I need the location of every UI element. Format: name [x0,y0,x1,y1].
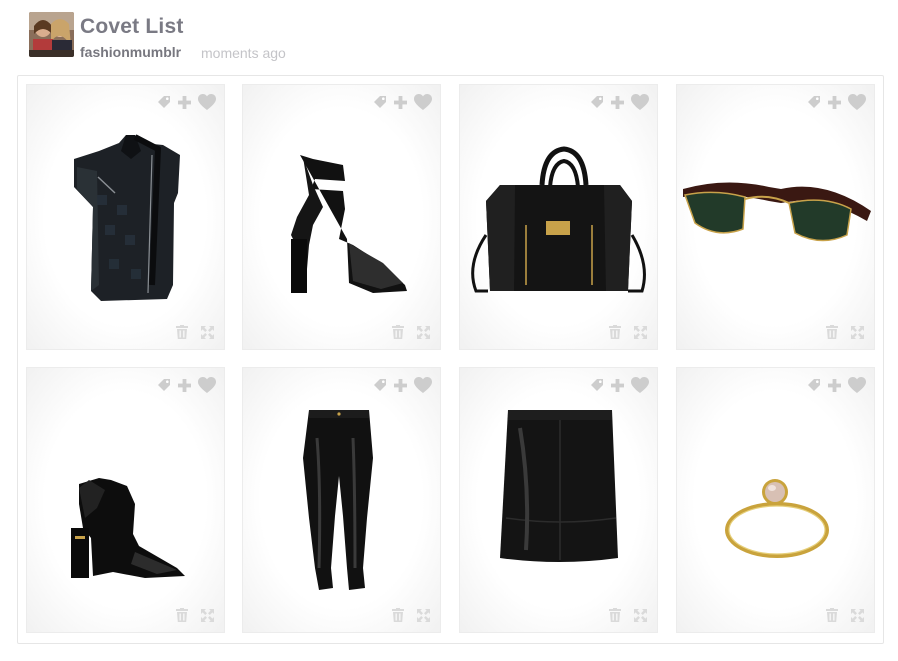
trash-icon[interactable] [826,608,838,622]
product-image-heels[interactable] [243,85,442,351]
tag-icon[interactable] [373,95,387,109]
product-image-ring[interactable] [677,368,876,634]
trash-icon[interactable] [826,325,838,339]
tag-icon[interactable] [807,378,821,392]
plus-icon[interactable] [611,95,624,109]
card-actions-bottom [176,325,214,339]
card-actions-bottom [826,608,864,622]
trash-icon[interactable] [392,608,404,622]
card-actions-top [807,376,866,394]
card-actions-bottom [826,325,864,339]
product-image-bag[interactable] [460,85,659,351]
card-actions-top [373,93,432,111]
tag-icon[interactable] [157,378,171,392]
tag-icon[interactable] [590,95,604,109]
card-actions-bottom [392,325,430,339]
product-card[interactable] [26,367,225,633]
plus-icon[interactable] [611,378,624,392]
card-actions-top [373,376,432,394]
card-actions-top [157,93,216,111]
product-card[interactable] [242,84,441,350]
card-actions-top [590,93,649,111]
product-card[interactable] [459,84,658,350]
expand-icon[interactable] [634,608,647,622]
product-card[interactable] [676,84,875,350]
tag-icon[interactable] [807,95,821,109]
heart-icon[interactable] [848,377,866,393]
product-card[interactable] [26,84,225,350]
trash-icon[interactable] [176,608,188,622]
heart-icon[interactable] [198,94,216,110]
card-actions-bottom [176,608,214,622]
expand-icon[interactable] [201,608,214,622]
expand-icon[interactable] [634,325,647,339]
tag-icon[interactable] [373,378,387,392]
avatar-photo [29,12,74,57]
product-image-leggings[interactable] [243,368,442,634]
expand-icon[interactable] [851,325,864,339]
card-actions-bottom [609,608,647,622]
tag-icon[interactable] [590,378,604,392]
trash-icon[interactable] [609,608,621,622]
product-image-sunglasses[interactable] [677,85,876,351]
card-actions-top [157,376,216,394]
tag-icon[interactable] [157,95,171,109]
expand-icon[interactable] [417,608,430,622]
plus-icon[interactable] [178,95,191,109]
username-link[interactable]: fashionmumblr [80,44,181,60]
plus-icon[interactable] [828,378,841,392]
product-image-ankle-boots[interactable] [27,368,226,634]
page-title[interactable]: Covet List [80,15,184,39]
heart-icon[interactable] [414,377,432,393]
post-header: Covet List fashionmumblr moments ago [0,0,898,72]
plus-icon[interactable] [178,378,191,392]
expand-icon[interactable] [201,325,214,339]
expand-icon[interactable] [417,325,430,339]
avatar[interactable] [29,12,74,57]
plus-icon[interactable] [394,378,407,392]
heart-icon[interactable] [414,94,432,110]
product-card[interactable] [459,367,658,633]
trash-icon[interactable] [176,325,188,339]
plus-icon[interactable] [394,95,407,109]
product-image-vest[interactable] [27,85,226,351]
timestamp: moments ago [201,45,286,61]
expand-icon[interactable] [851,608,864,622]
heart-icon[interactable] [631,377,649,393]
heart-icon[interactable] [631,94,649,110]
card-actions-bottom [392,608,430,622]
trash-icon[interactable] [609,325,621,339]
plus-icon[interactable] [828,95,841,109]
card-actions-top [590,376,649,394]
trash-icon[interactable] [392,325,404,339]
product-card[interactable] [676,367,875,633]
product-image-skirt[interactable] [460,368,659,634]
heart-icon[interactable] [848,94,866,110]
product-card[interactable] [242,367,441,633]
card-actions-bottom [609,325,647,339]
heart-icon[interactable] [198,377,216,393]
card-actions-top [807,93,866,111]
